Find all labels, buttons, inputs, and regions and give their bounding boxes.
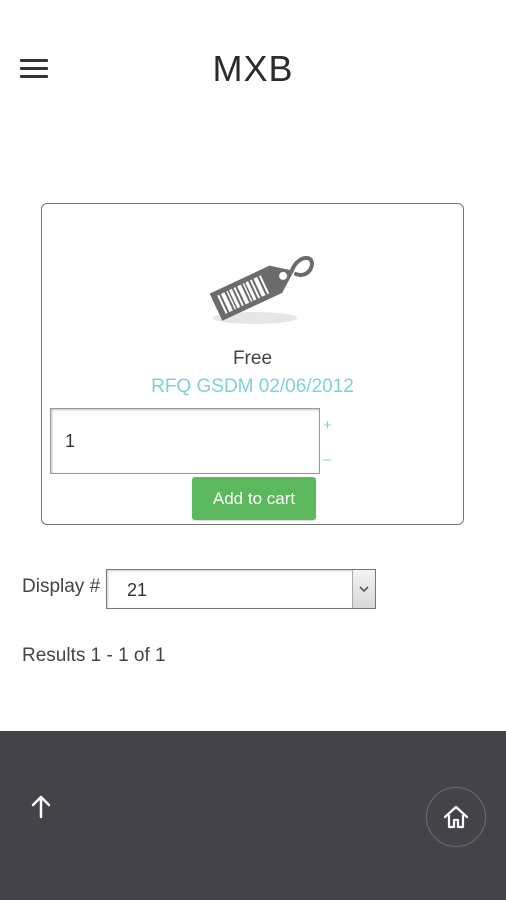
display-count-value: 21 <box>127 580 148 600</box>
product-name-link[interactable]: RFQ GSDM 02/06/2012 <box>42 376 463 398</box>
footer-bar <box>0 731 506 900</box>
home-button[interactable] <box>426 787 486 847</box>
quantity-increase-button[interactable]: + <box>323 418 332 433</box>
results-count: Results 1 - 1 of 1 <box>22 645 166 666</box>
chevron-down-icon[interactable] <box>352 570 375 608</box>
display-count-select[interactable]: 21 <box>106 569 376 609</box>
arrow-up-icon[interactable] <box>27 793 55 821</box>
app-title: MXB <box>212 48 294 89</box>
quantity-decrease-button[interactable]: – <box>323 452 331 467</box>
home-icon <box>443 805 469 829</box>
add-to-cart-button[interactable]: Add to cart <box>192 477 316 520</box>
display-count-label: Display # <box>22 576 101 597</box>
product-price: Free <box>232 348 273 369</box>
product-card: Free RFQ GSDM 02/06/2012 + – Add to cart <box>41 203 464 525</box>
quantity-input[interactable] <box>50 408 320 474</box>
price-tag-barcode-icon <box>209 256 314 324</box>
